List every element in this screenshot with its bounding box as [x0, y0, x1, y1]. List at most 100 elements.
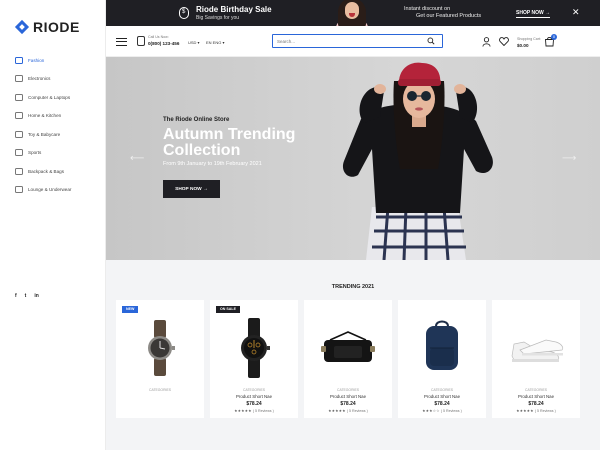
sidebar-item-label: Sports [28, 150, 42, 156]
product-category: CATEGORIES [337, 388, 359, 392]
social-links: f t in [15, 293, 39, 299]
rating-stars: ★★★★★ [234, 409, 252, 413]
sidebar-item-computer-laptops[interactable]: Computer & Laptops [15, 88, 103, 107]
product-card[interactable]: ON SALE CATEGORIES Product Short Nae $78… [210, 300, 298, 418]
sidebar-item-label: Electronics [28, 76, 51, 82]
product-rating: ★★★★★ ( 5 Reviews ) [210, 409, 298, 413]
product-name[interactable]: Product Short Nae [304, 394, 392, 399]
hamburger-menu-icon[interactable] [116, 38, 127, 46]
sale-badge: ON SALE [216, 306, 240, 313]
cart-count-badge: 0 [551, 34, 557, 40]
cart-total: $0.00 [517, 43, 529, 48]
bag-icon [321, 331, 375, 362]
cart-label: Shopping Cart: [517, 37, 541, 41]
review-count[interactable]: ( 5 Reviews ) [347, 409, 368, 413]
sidebar: RIODE Fashion Electronics Computer & Lap… [0, 0, 106, 450]
sidebar-item-label: Backpack & Bags [28, 168, 65, 174]
product-card[interactable]: CATEGORIES Product Short Nae $78.24 ★★★★… [304, 300, 392, 418]
product-rating: ★★★★★ ( 5 Reviews ) [492, 409, 580, 413]
product-rating: ★★★★★ ( 5 Reviews ) [304, 409, 392, 413]
facebook-icon[interactable]: f [15, 293, 17, 299]
sidebar-item-toy-babycare[interactable]: Toy & Babycare [15, 125, 103, 144]
hanger-icon [15, 56, 23, 64]
search-bar [272, 34, 443, 48]
watch-icon [148, 320, 175, 376]
product-price: $78.24 [340, 401, 356, 407]
promo-shop-now-link[interactable]: SHOP NOW → [516, 10, 551, 18]
sidebar-item-label: Computer & Laptops [28, 94, 71, 100]
backpack-icon [426, 320, 458, 370]
close-icon[interactable]: ✕ [572, 7, 580, 18]
prev-slide-icon[interactable]: ⟵ [130, 153, 144, 164]
sidebar-item-label: Fashion [28, 57, 45, 63]
hero-slider: The Riode Online Store Autumn Trending C… [106, 57, 600, 260]
hero-eyebrow: The Riode Online Store [163, 117, 230, 123]
rating-stars: ★★★★★ [516, 409, 534, 413]
twitter-icon[interactable]: t [25, 293, 27, 299]
sidebar-item-label: Toy & Babycare [28, 131, 61, 137]
sidebar-item-backpack-bags[interactable]: Backpack & Bags [15, 162, 103, 181]
television-icon [15, 75, 23, 83]
next-slide-icon[interactable]: ⟶ [562, 153, 576, 164]
search-icon[interactable] [427, 37, 435, 45]
review-count[interactable]: ( 5 Reviews ) [253, 409, 274, 413]
call-label: Call Us Now: [148, 35, 169, 39]
product-name[interactable]: Product Short Nae [398, 394, 486, 399]
sidebar-item-label: Lounge & Underwear [28, 187, 72, 193]
category-list: Fashion Electronics Computer & Laptops H… [15, 51, 103, 199]
sidebar-item-fashion[interactable]: Fashion [15, 51, 103, 70]
backpack-icon [15, 167, 23, 175]
product-category: CATEGORIES [525, 388, 547, 392]
promo-title: Riode Birthday Sale [196, 5, 272, 14]
product-name[interactable]: Product Short Nae [210, 394, 298, 399]
hero-model-image [342, 62, 493, 260]
review-count[interactable]: ( 5 Reviews ) [535, 409, 556, 413]
search-input[interactable] [277, 37, 427, 46]
heart-icon[interactable] [499, 37, 509, 46]
product-category: CATEGORIES [149, 388, 171, 392]
baby-icon [15, 130, 23, 138]
product-price: $78.24 [246, 401, 262, 407]
product-rating: ★★★☆☆ ( 5 Reviews ) [398, 409, 486, 413]
product-card[interactable]: CATEGORIES Product Short Nae $78.24 ★★★★… [492, 300, 580, 418]
product-price: $78.24 [528, 401, 544, 407]
money-bag-icon [179, 7, 189, 19]
promo-subtitle: Big Savings for you [196, 15, 240, 21]
rating-stars: ★★★☆☆ [422, 409, 440, 413]
sidebar-item-home-kitchen[interactable]: Home & Kitchen [15, 107, 103, 126]
laptop-icon [15, 93, 23, 101]
promo-banner: Riode Birthday Sale Big Savings for you … [106, 0, 600, 26]
sneaker-icon [511, 339, 564, 362]
sidebar-item-sports[interactable]: Sports [15, 144, 103, 163]
hero-title: Autumn Trending Collection [163, 126, 296, 159]
review-count[interactable]: ( 5 Reviews ) [441, 409, 462, 413]
logo[interactable]: RIODE [15, 19, 80, 35]
promo-model-image [332, 0, 372, 26]
hero-shop-now-button[interactable]: SHOP NOW → [163, 180, 220, 198]
user-icon[interactable] [482, 37, 491, 47]
logo-icon [15, 20, 29, 34]
product-card[interactable]: CATEGORIES Product Short Nae $78.24 ★★★☆… [398, 300, 486, 418]
linkedin-icon[interactable]: in [34, 293, 38, 299]
trending-section: TRENDING 2021 NEW CATEGORIES ON SALE CAT… [106, 260, 600, 450]
product-category: CATEGORIES [243, 388, 265, 392]
sofa-icon [15, 112, 23, 120]
sidebar-item-label: Home & Kitchen [28, 113, 62, 119]
underwear-icon [15, 186, 23, 194]
currency-select[interactable]: USD ▾ [188, 40, 200, 45]
rating-stars: ★★★★★ [328, 409, 346, 413]
promo-instant-line2: Get our Featured Products [416, 13, 482, 19]
watch-icon [241, 318, 270, 378]
call-number[interactable]: 0(800) 123-456 [148, 41, 179, 46]
phone-icon [137, 36, 145, 46]
ball-icon [15, 149, 23, 157]
section-title: TRENDING 2021 [331, 284, 375, 290]
header: Call Us Now: 0(800) 123-456 USD ▾ EN ENG… [106, 26, 600, 57]
language-select[interactable]: EN ENG ▾ [206, 40, 224, 45]
new-badge: NEW [122, 306, 139, 313]
sidebar-item-lounge-underwear[interactable]: Lounge & Underwear [15, 181, 103, 200]
product-name[interactable]: Product Short Nae [492, 394, 580, 399]
product-price: $78.24 [434, 401, 450, 407]
product-card[interactable]: NEW CATEGORIES [116, 300, 204, 418]
sidebar-item-electronics[interactable]: Electronics [15, 70, 103, 89]
